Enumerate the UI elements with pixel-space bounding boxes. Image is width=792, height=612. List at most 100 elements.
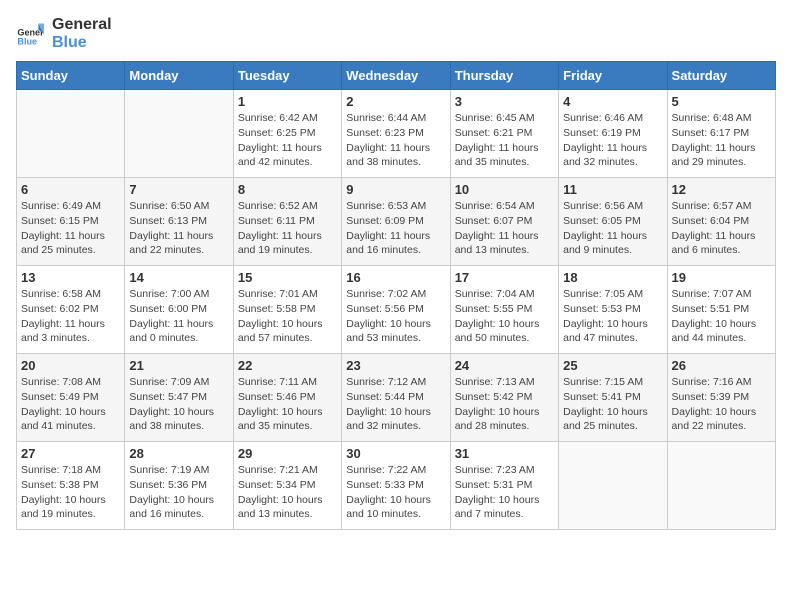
week-row-2: 6 Sunrise: 6:49 AMSunset: 6:15 PMDaylight… — [17, 178, 776, 266]
day-number: 11 — [563, 182, 662, 197]
day-number: 17 — [455, 270, 554, 285]
day-cell: 16Sunrise: 7:02 AMSunset: 5:56 PMDayligh… — [342, 266, 450, 354]
day-number: 13 — [21, 270, 120, 285]
day-cell: 14Sunrise: 7:00 AMSunset: 6:00 PMDayligh… — [125, 266, 233, 354]
day-number: 27 — [21, 446, 120, 461]
day-cell: 17 Sunrise: 7:04 AMSunset: 5:55 PMDayligh… — [450, 266, 558, 354]
day-info: Sunrise: 6:57 AMSunset: 6:04 PMDaylight:… — [672, 199, 771, 258]
day-number: 7 — [129, 182, 228, 197]
page-header: General Blue General Blue — [16, 16, 776, 51]
logo-text-blue: Blue — [52, 34, 112, 52]
logo-icon: General Blue — [16, 20, 44, 48]
day-info: Sunrise: 7:07 AMSunset: 5:51 PMDaylight:… — [672, 287, 771, 346]
day-info: Sunrise: 7:19 AMSunset: 5:36 PMDaylight:… — [129, 463, 228, 522]
day-info: Sunrise: 7:02 AMSunset: 5:56 PMDaylight:… — [346, 287, 445, 346]
day-cell: 13 Sunrise: 6:58 AMSunset: 6:02 PMDayligh… — [17, 266, 125, 354]
day-cell: 27 Sunrise: 7:18 AMSunset: 5:38 PMDayligh… — [17, 442, 125, 530]
day-cell: 23Sunrise: 7:12 AMSunset: 5:44 PMDayligh… — [342, 354, 450, 442]
header-thursday: Thursday — [450, 62, 558, 90]
day-info: Sunrise: 7:22 AMSunset: 5:33 PMDaylight:… — [346, 463, 445, 522]
calendar-header-row: SundayMondayTuesdayWednesdayThursdayFrid… — [17, 62, 776, 90]
day-cell — [559, 442, 667, 530]
day-info: Sunrise: 6:44 AMSunset: 6:23 PMDaylight:… — [346, 111, 445, 170]
header-saturday: Saturday — [667, 62, 775, 90]
header-wednesday: Wednesday — [342, 62, 450, 90]
day-cell: 28 Sunrise: 7:19 AMSunset: 5:36 PMDayligh… — [125, 442, 233, 530]
day-number: 15 — [238, 270, 337, 285]
day-info: Sunrise: 7:05 AMSunset: 5:53 PMDaylight:… — [563, 287, 662, 346]
header-sunday: Sunday — [17, 62, 125, 90]
day-number: 3 — [455, 94, 554, 109]
day-number: 20 — [21, 358, 120, 373]
day-number: 22 — [238, 358, 337, 373]
day-cell: 4 Sunrise: 6:46 AMSunset: 6:19 PMDaylight… — [559, 90, 667, 178]
day-info: Sunrise: 7:09 AMSunset: 5:47 PMDaylight:… — [129, 375, 228, 434]
day-cell: 22 Sunrise: 7:11 AMSunset: 5:46 PMDayligh… — [233, 354, 341, 442]
day-cell: 18 Sunrise: 7:05 AMSunset: 5:53 PMDayligh… — [559, 266, 667, 354]
day-info: Sunrise: 7:11 AMSunset: 5:46 PMDaylight:… — [238, 375, 337, 434]
week-row-3: 13 Sunrise: 6:58 AMSunset: 6:02 PMDayligh… — [17, 266, 776, 354]
day-cell: 11 Sunrise: 6:56 AMSunset: 6:05 PMDayligh… — [559, 178, 667, 266]
day-info: Sunrise: 7:13 AMSunset: 5:42 PMDaylight:… — [455, 375, 554, 434]
day-cell: 24 Sunrise: 7:13 AMSunset: 5:42 PMDayligh… — [450, 354, 558, 442]
day-number: 26 — [672, 358, 771, 373]
day-info: Sunrise: 6:58 AMSunset: 6:02 PMDaylight:… — [21, 287, 120, 346]
day-cell: 20 Sunrise: 7:08 AMSunset: 5:49 PMDayligh… — [17, 354, 125, 442]
day-number: 5 — [672, 94, 771, 109]
day-number: 10 — [455, 182, 554, 197]
day-number: 6 — [21, 182, 120, 197]
day-cell: 1Sunrise: 6:42 AMSunset: 6:25 PMDaylight… — [233, 90, 341, 178]
header-monday: Monday — [125, 62, 233, 90]
day-number: 24 — [455, 358, 554, 373]
day-number: 12 — [672, 182, 771, 197]
day-info: Sunrise: 6:50 AMSunset: 6:13 PMDaylight:… — [129, 199, 228, 258]
day-number: 4 — [563, 94, 662, 109]
day-cell: 19 Sunrise: 7:07 AMSunset: 5:51 PMDayligh… — [667, 266, 775, 354]
day-info: Sunrise: 6:48 AMSunset: 6:17 PMDaylight:… — [672, 111, 771, 170]
day-info: Sunrise: 6:42 AMSunset: 6:25 PMDaylight:… — [238, 111, 337, 170]
day-info: Sunrise: 6:45 AMSunset: 6:21 PMDaylight:… — [455, 111, 554, 170]
day-cell — [17, 90, 125, 178]
day-info: Sunrise: 7:01 AMSunset: 5:58 PMDaylight:… — [238, 287, 337, 346]
day-cell: 3 Sunrise: 6:45 AMSunset: 6:21 PMDaylight… — [450, 90, 558, 178]
day-cell: 29 Sunrise: 7:21 AMSunset: 5:34 PMDayligh… — [233, 442, 341, 530]
day-info: Sunrise: 7:08 AMSunset: 5:49 PMDaylight:… — [21, 375, 120, 434]
day-info: Sunrise: 6:54 AMSunset: 6:07 PMDaylight:… — [455, 199, 554, 258]
day-info: Sunrise: 7:12 AMSunset: 5:44 PMDaylight:… — [346, 375, 445, 434]
day-number: 19 — [672, 270, 771, 285]
day-cell: 15 Sunrise: 7:01 AMSunset: 5:58 PMDayligh… — [233, 266, 341, 354]
day-cell: 31Sunrise: 7:23 AMSunset: 5:31 PMDayligh… — [450, 442, 558, 530]
week-row-5: 27 Sunrise: 7:18 AMSunset: 5:38 PMDayligh… — [17, 442, 776, 530]
day-info: Sunrise: 6:49 AMSunset: 6:15 PMDaylight:… — [21, 199, 120, 258]
day-number: 29 — [238, 446, 337, 461]
day-info: Sunrise: 6:53 AMSunset: 6:09 PMDaylight:… — [346, 199, 445, 258]
day-number: 28 — [129, 446, 228, 461]
logo: General Blue General Blue — [16, 16, 112, 51]
day-info: Sunrise: 6:52 AMSunset: 6:11 PMDaylight:… — [238, 199, 337, 258]
calendar-table: SundayMondayTuesdayWednesdayThursdayFrid… — [16, 61, 776, 530]
day-number: 30 — [346, 446, 445, 461]
logo-text-general: General — [52, 16, 112, 34]
header-friday: Friday — [559, 62, 667, 90]
day-info: Sunrise: 7:16 AMSunset: 5:39 PMDaylight:… — [672, 375, 771, 434]
day-cell: 12 Sunrise: 6:57 AMSunset: 6:04 PMDayligh… — [667, 178, 775, 266]
day-number: 21 — [129, 358, 228, 373]
day-info: Sunrise: 6:56 AMSunset: 6:05 PMDaylight:… — [563, 199, 662, 258]
day-cell: 8Sunrise: 6:52 AMSunset: 6:11 PMDaylight… — [233, 178, 341, 266]
day-cell: 2Sunrise: 6:44 AMSunset: 6:23 PMDaylight… — [342, 90, 450, 178]
day-info: Sunrise: 6:46 AMSunset: 6:19 PMDaylight:… — [563, 111, 662, 170]
day-cell: 7 Sunrise: 6:50 AMSunset: 6:13 PMDaylight… — [125, 178, 233, 266]
day-cell: 9Sunrise: 6:53 AMSunset: 6:09 PMDaylight… — [342, 178, 450, 266]
day-info: Sunrise: 7:00 AMSunset: 6:00 PMDaylight:… — [129, 287, 228, 346]
day-info: Sunrise: 7:23 AMSunset: 5:31 PMDaylight:… — [455, 463, 554, 522]
day-info: Sunrise: 7:21 AMSunset: 5:34 PMDaylight:… — [238, 463, 337, 522]
day-cell: 5 Sunrise: 6:48 AMSunset: 6:17 PMDaylight… — [667, 90, 775, 178]
header-tuesday: Tuesday — [233, 62, 341, 90]
svg-text:Blue: Blue — [17, 36, 37, 46]
day-number: 18 — [563, 270, 662, 285]
day-cell: 26 Sunrise: 7:16 AMSunset: 5:39 PMDayligh… — [667, 354, 775, 442]
day-info: Sunrise: 7:18 AMSunset: 5:38 PMDaylight:… — [21, 463, 120, 522]
day-info: Sunrise: 7:04 AMSunset: 5:55 PMDaylight:… — [455, 287, 554, 346]
day-cell: 6 Sunrise: 6:49 AMSunset: 6:15 PMDaylight… — [17, 178, 125, 266]
day-number: 25 — [563, 358, 662, 373]
